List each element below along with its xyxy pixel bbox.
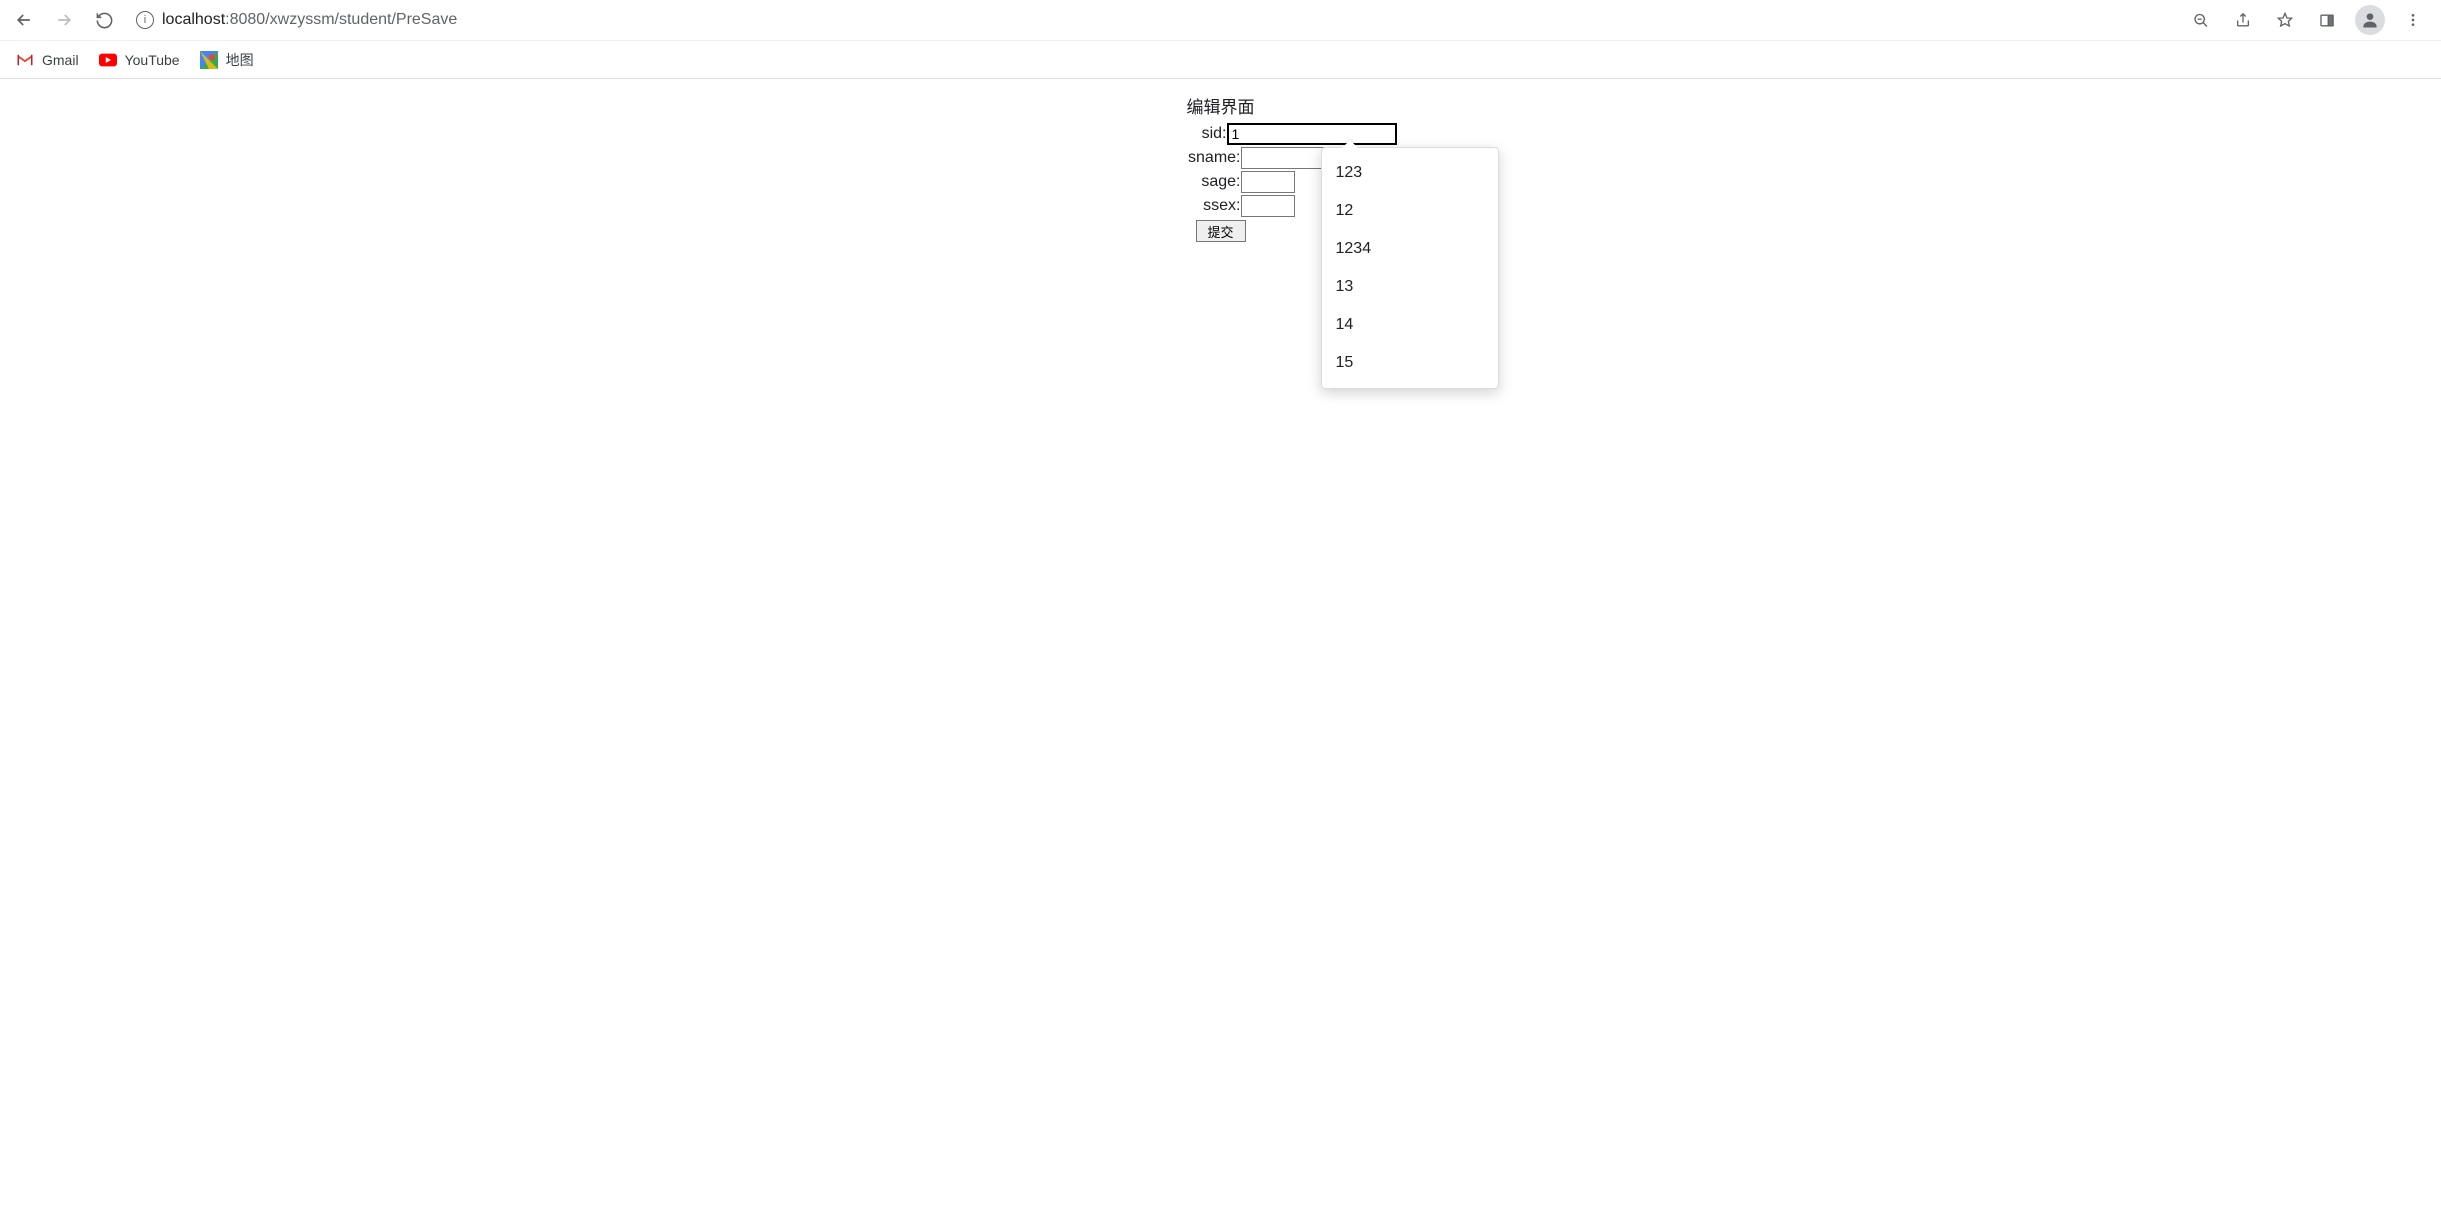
arrow-left-icon (14, 10, 34, 30)
maps-icon (200, 51, 218, 69)
sidepanel-button[interactable] (2313, 6, 2341, 34)
bookmark-button[interactable] (2271, 6, 2299, 34)
sname-label: sname: (1188, 149, 1240, 167)
menu-button[interactable] (2399, 6, 2427, 34)
bookmark-label: Gmail (42, 52, 79, 68)
arrow-right-icon (54, 10, 74, 30)
profile-avatar[interactable] (2355, 5, 2385, 35)
autocomplete-item[interactable]: 12 (1322, 192, 1498, 230)
sid-label: sid: (1202, 125, 1227, 143)
field-row-sid: sid: (951, 122, 1491, 146)
browser-chrome: i localhost:8080/xwzyssm/student/PreSave (0, 0, 2441, 79)
star-icon (2277, 10, 2293, 30)
bookmark-youtube[interactable]: YouTube (99, 51, 180, 69)
url-path: /xwzyssm/student/PreSave (265, 11, 457, 28)
share-button[interactable] (2229, 6, 2257, 34)
kebab-icon (2405, 11, 2421, 29)
url-host: localhost (162, 11, 225, 28)
zoom-button[interactable] (2187, 6, 2215, 34)
reload-icon (95, 11, 114, 30)
autocomplete-item[interactable]: 14 (1322, 306, 1498, 344)
youtube-icon (99, 51, 117, 69)
autocomplete-dropdown: 123 12 1234 13 14 15 (1321, 147, 1499, 389)
autocomplete-item[interactable]: 15 (1322, 344, 1498, 382)
back-button[interactable] (8, 4, 40, 36)
bookmark-label: 地图 (226, 50, 254, 70)
gmail-icon (16, 51, 34, 69)
url-text: localhost:8080/xwzyssm/student/PreSave (162, 11, 457, 29)
share-icon (2235, 11, 2251, 30)
url-port: :8080 (225, 11, 265, 28)
page-title: 编辑界面 (951, 93, 1491, 118)
zoom-out-icon (2193, 11, 2209, 30)
bookmark-gmail[interactable]: Gmail (16, 51, 79, 69)
reload-button[interactable] (88, 4, 120, 36)
sage-label: sage: (1201, 173, 1240, 191)
ssex-label: ssex: (1203, 197, 1240, 215)
edit-form: 编辑界面 sid: sname: sage: ssex: 提交 123 12 1… (951, 93, 1491, 242)
address-bar[interactable]: i localhost:8080/xwzyssm/student/PreSave (128, 4, 2179, 36)
ssex-input[interactable] (1241, 195, 1295, 217)
panel-icon (2319, 11, 2335, 30)
autocomplete-item[interactable]: 123 (1322, 154, 1498, 192)
person-icon (2360, 10, 2380, 30)
submit-button[interactable]: 提交 (1196, 220, 1246, 242)
bookmarks-bar: Gmail YouTube 地图 (0, 40, 2441, 78)
bookmark-label: YouTube (125, 52, 180, 68)
bookmark-maps[interactable]: 地图 (200, 50, 254, 70)
autocomplete-item[interactable]: 1234 (1322, 230, 1498, 268)
forward-button[interactable] (48, 4, 80, 36)
page-content: 编辑界面 sid: sname: sage: ssex: 提交 123 12 1… (0, 79, 2441, 242)
site-info-icon[interactable]: i (136, 11, 154, 29)
autocomplete-item[interactable]: 13 (1322, 268, 1498, 306)
sid-input[interactable] (1227, 123, 1397, 145)
browser-toolbar: i localhost:8080/xwzyssm/student/PreSave (0, 0, 2441, 40)
sage-input[interactable] (1241, 171, 1295, 193)
toolbar-right (2187, 5, 2433, 35)
